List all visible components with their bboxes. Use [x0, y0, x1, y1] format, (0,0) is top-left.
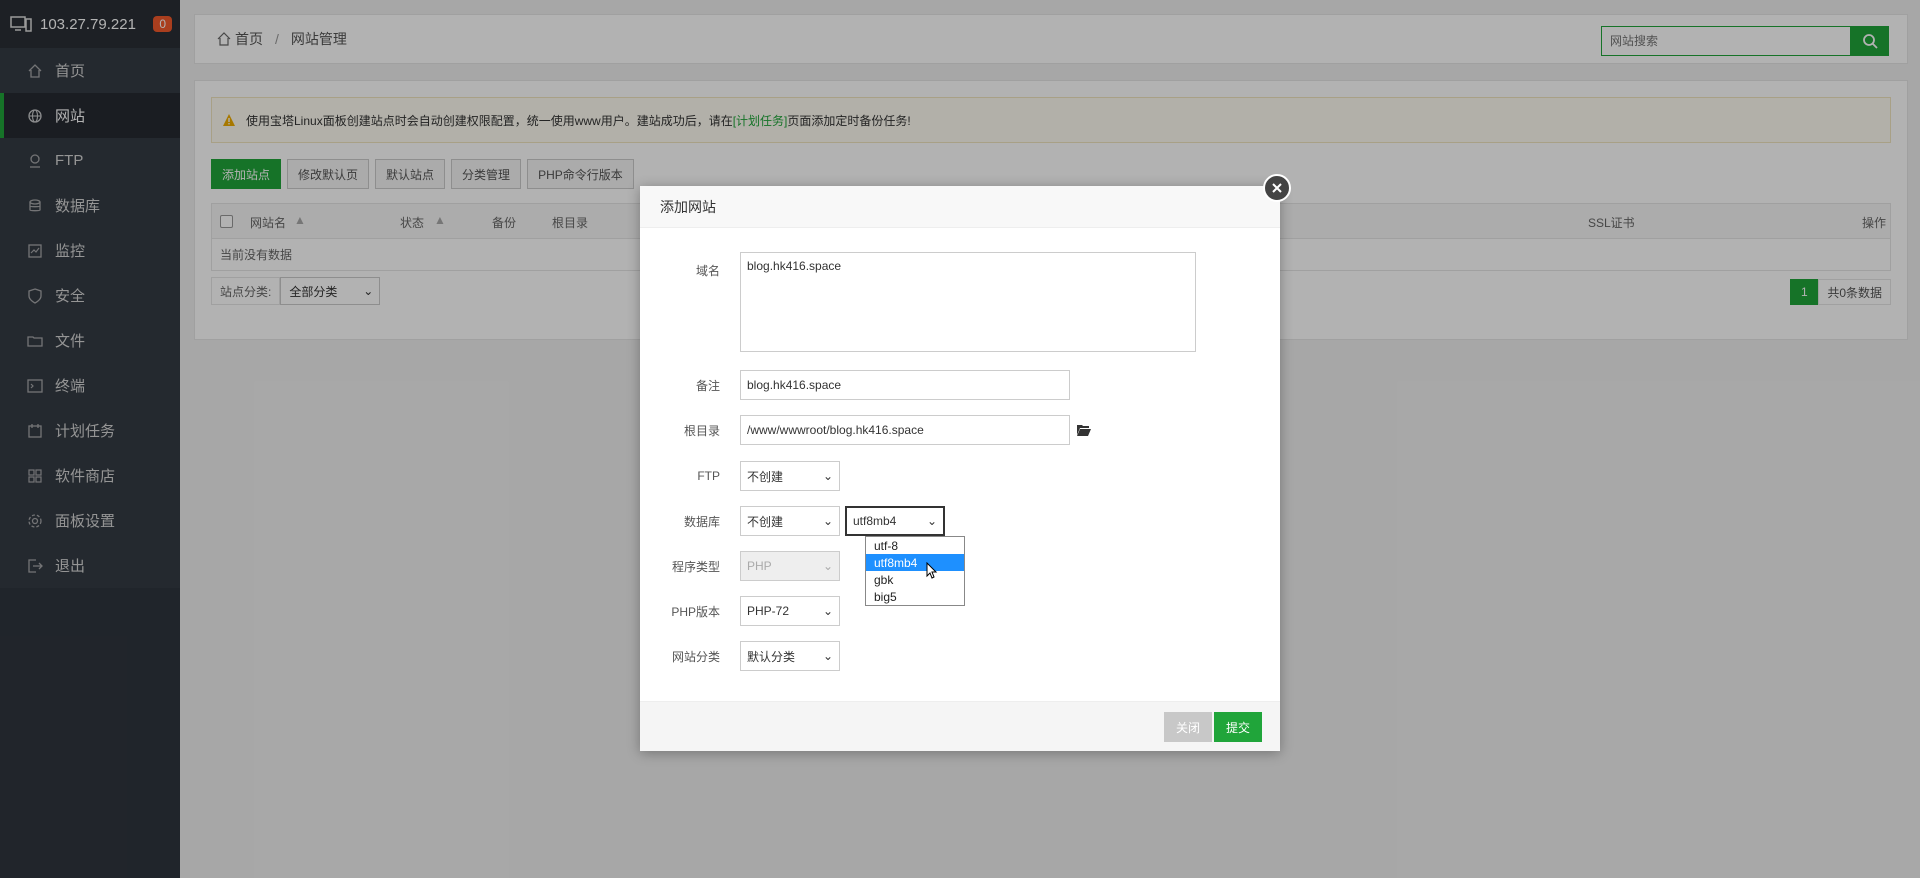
ftp-label: FTP [697, 469, 720, 483]
mouse-cursor-icon [926, 562, 938, 579]
chevron-down-icon: ⌄ [822, 559, 833, 573]
site-category-value: 默认分类 [747, 649, 796, 664]
note-row: 备注 blog.hk416.space [640, 370, 1070, 400]
php-version-row: PHP版本 PHP-72 ⌄ [640, 596, 840, 626]
program-type-value: PHP [747, 559, 772, 573]
domain-row: 域名 blog.hk416.space [640, 252, 1196, 352]
folder-open-icon[interactable] [1076, 423, 1092, 437]
close-button[interactable]: 关闭 [1164, 712, 1213, 742]
modal-title: 添加网站 [640, 186, 1280, 228]
domain-textarea[interactable]: blog.hk416.space [740, 252, 1196, 352]
database-select-value: 不创建 [747, 514, 784, 529]
charset-option[interactable]: gbk [866, 571, 964, 588]
site-category-row: 网站分类 默认分类 ⌄ [640, 641, 840, 671]
root-dir-label: 根目录 [683, 423, 720, 438]
charset-select[interactable]: utf8mb4 ⌄ [845, 506, 945, 536]
php-version-select[interactable]: PHP-72 ⌄ [740, 596, 840, 626]
program-type-select: PHP ⌄ [740, 551, 840, 581]
charset-option[interactable]: big5 [866, 588, 964, 605]
ftp-select-value: 不创建 [747, 469, 784, 484]
modal-close-button[interactable] [1263, 174, 1291, 202]
php-version-label: PHP版本 [671, 604, 720, 619]
root-dir-value: /www/wwwroot/blog.hk416.space [747, 423, 924, 437]
ftp-row: FTP 不创建 ⌄ [640, 461, 840, 491]
add-site-modal: 添加网站 域名 blog.hk416.space 备注 blog.hk416.s… [640, 186, 1280, 751]
close-icon [1272, 183, 1282, 193]
note-value: blog.hk416.space [747, 378, 842, 392]
site-category-select[interactable]: 默认分类 ⌄ [740, 641, 840, 671]
chevron-down-icon: ⌄ [822, 514, 833, 528]
domain-value: blog.hk416.space [747, 259, 842, 273]
submit-button[interactable]: 提交 [1214, 712, 1263, 742]
ftp-select[interactable]: 不创建 ⌄ [740, 461, 840, 491]
database-select[interactable]: 不创建 ⌄ [740, 506, 840, 536]
domain-label: 域名 [695, 264, 720, 278]
site-category-label: 网站分类 [671, 649, 720, 664]
root-dir-row: 根目录 /www/wwwroot/blog.hk416.space [640, 415, 1092, 445]
root-dir-input[interactable]: /www/wwwroot/blog.hk416.space [740, 415, 1070, 445]
charset-dropdown: utf-8 utf8mb4 gbk big5 [865, 536, 965, 606]
charset-option-selected[interactable]: utf8mb4 [866, 554, 964, 571]
chevron-down-icon: ⌄ [926, 514, 937, 528]
charset-option[interactable]: utf-8 [866, 537, 964, 554]
chevron-down-icon: ⌄ [822, 604, 833, 618]
charset-select-value: utf8mb4 [853, 514, 897, 528]
chevron-down-icon: ⌄ [822, 469, 833, 483]
chevron-down-icon: ⌄ [822, 649, 833, 663]
database-label: 数据库 [683, 514, 720, 529]
program-type-label: 程序类型 [671, 559, 720, 574]
note-input[interactable]: blog.hk416.space [740, 370, 1070, 400]
program-type-row: 程序类型 PHP ⌄ [640, 551, 840, 581]
php-version-value: PHP-72 [747, 604, 790, 618]
database-row: 数据库 不创建 ⌄ utf8mb4 ⌄ [640, 506, 945, 536]
modal-footer: 关闭 提交 [640, 701, 1280, 751]
note-label: 备注 [695, 378, 720, 393]
